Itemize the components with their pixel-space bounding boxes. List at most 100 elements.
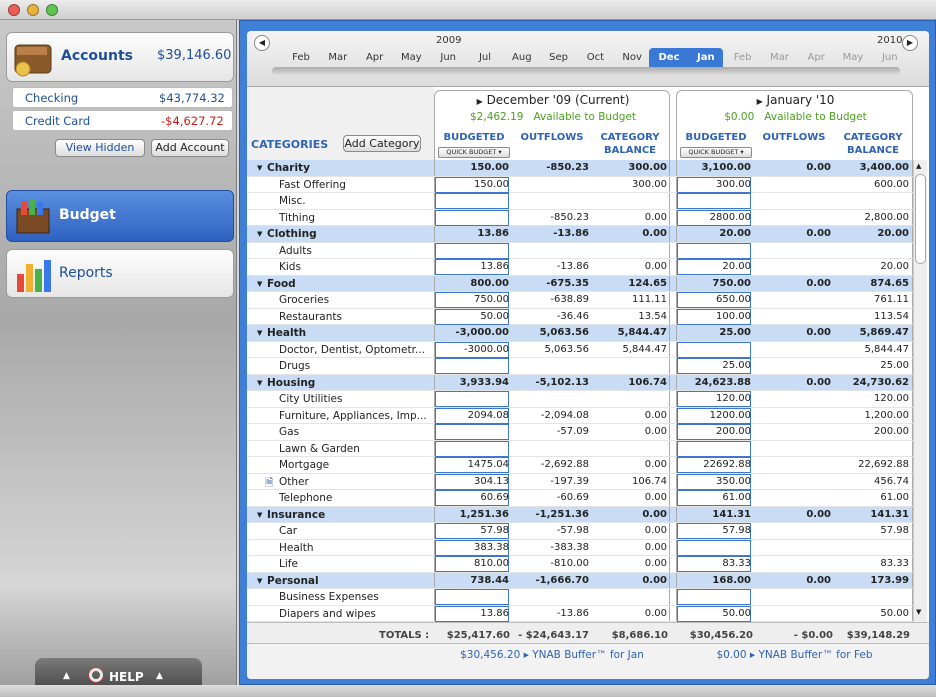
budgeted-value[interactable]: 120.00 bbox=[679, 393, 751, 404]
category-group-row[interactable]: ▼ Personal 738.44 -1,666.70 0.00 168.00 0.00 17… bbox=[247, 572, 913, 589]
category-group-row[interactable]: ▼ Charity 150.00 -850.23 300.00 3,100.00 0.00 3… bbox=[247, 160, 913, 177]
budget-input[interactable] bbox=[435, 589, 509, 605]
grid-scrollbar[interactable]: ▲ ▼ bbox=[913, 160, 927, 622]
budget-input[interactable] bbox=[435, 358, 509, 374]
jan-buffer[interactable]: $0.00 ▸ YNAB Buffer™ for Feb bbox=[676, 649, 913, 661]
budgeted-value[interactable]: 383.38 bbox=[437, 542, 509, 553]
budgeted-value[interactable]: 20.00 bbox=[679, 261, 751, 272]
budget-input[interactable] bbox=[435, 209, 509, 226]
minimize-window-button[interactable] bbox=[27, 4, 39, 16]
scroll-down-arrow[interactable]: ▼ bbox=[916, 608, 921, 616]
month-title[interactable]: ▶ December '09 (Current) bbox=[435, 93, 671, 107]
accounts-nav[interactable]: Accounts $39,146.60 bbox=[6, 32, 234, 82]
category-row[interactable]: Drugs 25.00 25.00 bbox=[247, 358, 913, 375]
category-row[interactable]: Car 57.98 -57.98 0.00 57.98 57.98 bbox=[247, 523, 913, 540]
budget-input[interactable] bbox=[435, 242, 509, 259]
timeline-month[interactable]: May bbox=[396, 52, 426, 63]
collapse-triangle-icon[interactable]: ▼ bbox=[257, 577, 262, 585]
budgeted-value[interactable]: 22692.88 bbox=[679, 459, 751, 470]
timeline-month[interactable]: Jan bbox=[691, 52, 721, 63]
category-group-row[interactable]: ▼ Clothing 13.86 -13.86 0.00 20.00 0.00 20.00 bbox=[247, 226, 913, 243]
budgeted-value[interactable]: 100.00 bbox=[679, 311, 751, 322]
budget-input[interactable] bbox=[677, 539, 751, 556]
help-button[interactable]: HELP bbox=[109, 670, 144, 684]
budgeted-value[interactable]: 60.69 bbox=[437, 492, 509, 503]
budgeted-value[interactable]: 83.33 bbox=[679, 558, 751, 569]
budgeted-value[interactable]: 200.00 bbox=[679, 426, 751, 437]
budgeted-value[interactable]: 800.00 bbox=[437, 278, 509, 289]
budgeted-value[interactable]: 2094.08 bbox=[437, 410, 509, 421]
budgeted-value[interactable]: 3,100.00 bbox=[679, 162, 751, 173]
add-category-button[interactable]: Add Category bbox=[343, 135, 421, 152]
category-row[interactable]: Business Expenses bbox=[247, 589, 913, 606]
timeline-next-button[interactable]: ▶ bbox=[902, 35, 918, 51]
budgeted-value[interactable]: 25.00 bbox=[679, 360, 751, 371]
timeline-prev-button[interactable]: ◀ bbox=[254, 35, 270, 51]
category-row[interactable]: Life 810.00 -810.00 0.00 83.33 83.33 bbox=[247, 556, 913, 573]
budgeted-value[interactable]: 61.00 bbox=[679, 492, 751, 503]
budgeted-value[interactable]: 300.00 bbox=[679, 179, 751, 190]
timeline-month[interactable]: Apr bbox=[360, 52, 390, 63]
budgeted-value[interactable]: 50.00 bbox=[437, 311, 509, 322]
budgeted-value[interactable]: 304.13 bbox=[437, 476, 509, 487]
budget-nav[interactable]: Budget bbox=[6, 190, 234, 242]
timeline-month[interactable]: Nov bbox=[617, 52, 647, 63]
category-row[interactable]: Health 383.38 -383.38 0.00 bbox=[247, 539, 913, 556]
dec-buffer[interactable]: $30,456.20 ▸ YNAB Buffer™ for Jan bbox=[434, 649, 670, 661]
timeline-month[interactable]: Aug bbox=[507, 52, 537, 63]
timeline-month[interactable]: May bbox=[838, 52, 868, 63]
timeline-month[interactable]: Oct bbox=[580, 52, 610, 63]
budgeted-value[interactable]: 24,623.88 bbox=[679, 377, 751, 388]
budget-input[interactable] bbox=[435, 391, 509, 407]
budgeted-value[interactable]: 57.98 bbox=[679, 525, 751, 536]
timeline-month[interactable]: Jun bbox=[875, 52, 905, 63]
category-group-row[interactable]: ▼ Health -3,000.00 5,063.56 5,844.47 25.00 0.0… bbox=[247, 325, 913, 342]
month-title[interactable]: ▶ January '10 bbox=[677, 93, 914, 107]
category-row[interactable]: Misc. bbox=[247, 193, 913, 210]
category-group-row[interactable]: ▼ Housing 3,933.94 -5,102.13 106.74 24,623.88… bbox=[247, 374, 913, 391]
budgeted-value[interactable]: 650.00 bbox=[679, 294, 751, 305]
budget-input[interactable] bbox=[435, 424, 509, 440]
timeline-month[interactable]: Mar bbox=[764, 52, 794, 63]
timeline-month[interactable]: Apr bbox=[801, 52, 831, 63]
budgeted-value[interactable]: 150.00 bbox=[437, 179, 509, 190]
budgeted-value[interactable]: 1475.04 bbox=[437, 459, 509, 470]
timeline-month[interactable]: Jun bbox=[433, 52, 463, 63]
timeline-month[interactable]: Feb bbox=[286, 52, 316, 63]
timeline-month[interactable]: Sep bbox=[544, 52, 574, 63]
budgeted-value[interactable]: 350.00 bbox=[679, 476, 751, 487]
category-row[interactable]: City Utilities 120.00 120.00 bbox=[247, 391, 913, 408]
budget-input[interactable] bbox=[677, 242, 751, 259]
expand-up-icon[interactable]: ▲ bbox=[156, 671, 163, 681]
category-row[interactable]: Groceries 750.00 -638.89 111.11 650.00 761.11 bbox=[247, 292, 913, 309]
budget-input[interactable] bbox=[677, 341, 751, 358]
category-row[interactable]: Diapers and wipes 13.86 -13.86 0.00 50.00 50.… bbox=[247, 605, 913, 622]
add-account-button[interactable]: Add Account bbox=[151, 139, 229, 157]
budgeted-value[interactable]: 25.00 bbox=[679, 327, 751, 338]
collapse-triangle-icon[interactable]: ▼ bbox=[257, 164, 262, 172]
category-row[interactable]: Doctor, Dentist, Optometr... -3000.00 5,06… bbox=[247, 341, 913, 358]
budgeted-value[interactable]: 1,251.36 bbox=[437, 509, 509, 520]
budgeted-value[interactable]: 141.31 bbox=[679, 509, 751, 520]
category-row[interactable]: Kids 13.86 -13.86 0.00 20.00 20.00 bbox=[247, 259, 913, 276]
account-row-credit-card[interactable]: Credit Card -$4,627.72 bbox=[12, 110, 233, 131]
category-row[interactable]: Gas -57.09 0.00 200.00 200.00 bbox=[247, 424, 913, 441]
category-group-row[interactable]: ▼ Food 800.00 -675.35 124.65 750.00 0.00 874.65 bbox=[247, 275, 913, 292]
budgeted-value[interactable]: 810.00 bbox=[437, 558, 509, 569]
zoom-window-button[interactable] bbox=[46, 4, 58, 16]
collapse-triangle-icon[interactable]: ▼ bbox=[257, 230, 262, 238]
budgeted-value[interactable]: 20.00 bbox=[679, 228, 751, 239]
budget-input[interactable] bbox=[677, 440, 751, 457]
budget-input[interactable] bbox=[677, 193, 751, 209]
budgeted-value[interactable]: 13.86 bbox=[437, 228, 509, 239]
budgeted-value[interactable]: 3,933.94 bbox=[437, 377, 509, 388]
category-row[interactable]: Telephone 60.69 -60.69 0.00 61.00 61.00 bbox=[247, 490, 913, 507]
scroll-thumb[interactable] bbox=[915, 174, 926, 264]
reports-nav[interactable]: Reports bbox=[6, 249, 234, 298]
budgeted-value[interactable]: -3000.00 bbox=[437, 344, 509, 355]
budget-input[interactable] bbox=[435, 193, 509, 209]
category-row[interactable]: Restaurants 50.00 -36.46 13.54 100.00 113.54 bbox=[247, 308, 913, 325]
budget-input[interactable] bbox=[677, 589, 751, 605]
budgeted-value[interactable]: 2800.00 bbox=[679, 212, 751, 223]
budgeted-value[interactable]: 168.00 bbox=[679, 575, 751, 586]
